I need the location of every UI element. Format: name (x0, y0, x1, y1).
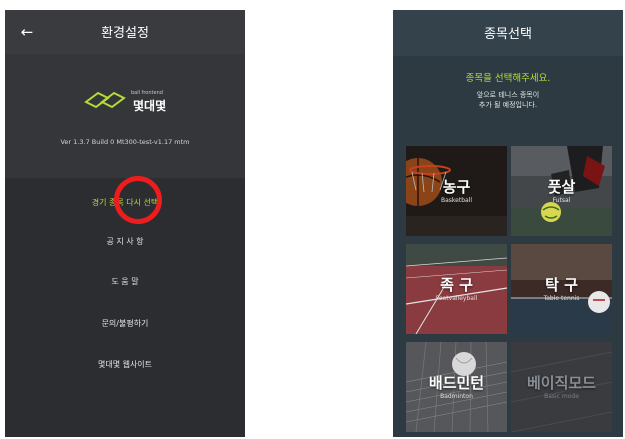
settings-title: 환경설정 (101, 26, 149, 41)
tile-basic-mode-sub: Basic mode (544, 393, 579, 400)
tile-badminton-sub: Badminton (440, 393, 473, 400)
tile-basketball[interactable]: 농구 Basketball (406, 146, 507, 236)
tile-badminton[interactable]: 배드민턴 Badminton (406, 342, 507, 432)
select-prompt: 종목을 선택해주세요. (465, 73, 551, 84)
tennis-notice: 앞으로 테니스 종목이 추가 될 예정입니다. (393, 90, 623, 110)
tile-basic-mode-name: 베이직모드 (526, 374, 596, 392)
app-logo-icon (84, 91, 126, 109)
tile-basic-mode[interactable]: 베이직모드 Basic mode (511, 342, 612, 432)
tile-futsal-name: 풋살 (547, 178, 576, 196)
tile-table-tennis-name: 탁 구 (545, 276, 578, 294)
tile-table-tennis[interactable]: 탁 구 Table tennis (511, 244, 612, 334)
menu-help[interactable]: 도 움 말 (5, 271, 245, 293)
menu-inquiry[interactable]: 문의/불평하기 (5, 313, 245, 335)
tile-footvolleyball-name: 족 구 (440, 276, 473, 294)
sport-select-title: 종목선택 (484, 27, 532, 42)
notice-line-2: 추가 될 예정입니다. (478, 101, 538, 109)
tile-badminton-name: 배드민턴 (428, 374, 485, 392)
tile-futsal[interactable]: 풋살 Futsal (511, 146, 612, 236)
settings-header: ← 환경설정 (5, 10, 245, 54)
tile-basketball-name: 농구 (442, 178, 471, 196)
tile-footvolleyball-sub: Footvalleyball (435, 295, 478, 302)
sport-select-header: 종목선택 (393, 10, 623, 56)
menu-reselect-sport[interactable]: 경기 종목 다시 선택 (5, 192, 245, 214)
tile-basketball-sub: Basketball (440, 197, 473, 204)
menu-website[interactable]: 몇대몇 웹사이트 (5, 354, 245, 376)
logo-name: 몇대몇 (133, 99, 167, 113)
tile-table-tennis-sub: Table tennis (543, 295, 580, 302)
app-info-card: ball frontend 몇대몇 Ver 1.3.7 Build 0 Mt30… (5, 54, 245, 178)
logo-subtext: ball frontend (131, 90, 163, 96)
notice-line-1: 앞으로 테니스 종목이 (476, 91, 540, 99)
tile-footvolleyball[interactable]: 족 구 Footvalleyball (406, 244, 507, 334)
tile-futsal-sub: Futsal (552, 197, 571, 204)
settings-screen: ← 환경설정 ball frontend 몇대몇 Ver 1.3.7 Build… (5, 10, 245, 437)
menu-notices[interactable]: 공 지 사 항 (5, 231, 245, 253)
version-text: Ver 1.3.7 Build 0 Mt300-test-v1.17 mtm (60, 138, 190, 146)
sport-select-screen: 종목선택 종목을 선택해주세요. 앞으로 테니스 종목이 추가 될 예정입니다.… (393, 10, 623, 437)
